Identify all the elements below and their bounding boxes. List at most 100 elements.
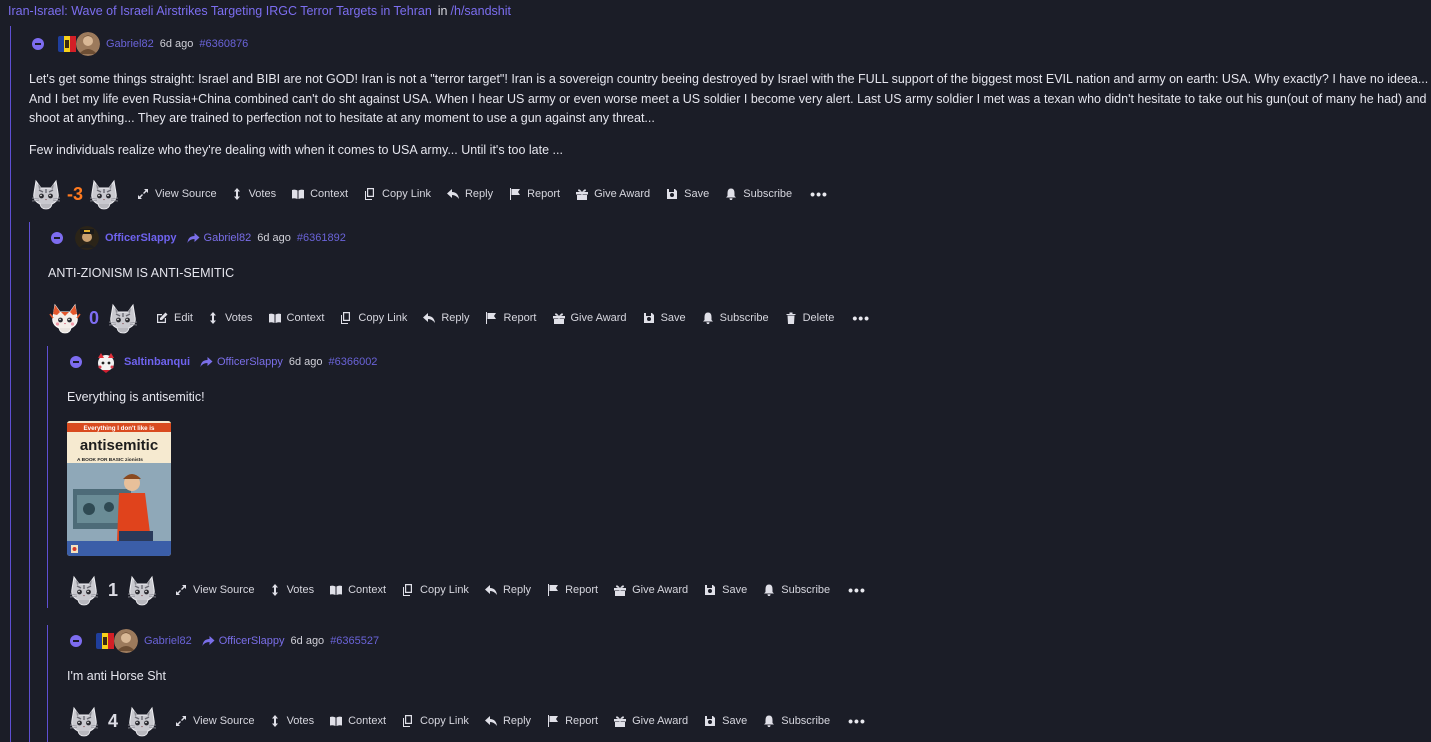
downvote-cat-icon[interactable]	[87, 177, 121, 211]
subscribe-button[interactable]: Subscribe	[725, 188, 792, 200]
book-icon	[330, 584, 342, 596]
reply-button[interactable]: Reply	[485, 715, 531, 727]
downvote-cat-icon[interactable]	[125, 573, 159, 607]
reply-to[interactable]: OfficerSlappy	[200, 356, 283, 368]
bell-icon	[702, 312, 714, 324]
reply-button[interactable]: Reply	[485, 584, 531, 596]
hole-link[interactable]: /h/sandshit	[451, 4, 511, 18]
more-options-icon[interactable]: •••	[848, 713, 866, 729]
comment-paragraph: I'm anti Horse Sht	[67, 669, 166, 683]
view-source-button[interactable]: View Source	[175, 715, 255, 727]
comment-actions: 4 View Source Votes Context Copy Link Re…	[67, 704, 866, 738]
subscribe-button[interactable]: Subscribe	[702, 312, 769, 324]
give-award-button[interactable]: Give Award	[614, 584, 688, 596]
votes-arrows-icon	[269, 584, 281, 596]
username-link[interactable]: Saltinbanqui	[124, 356, 190, 368]
save-button[interactable]: Save	[643, 312, 686, 324]
expand-icon	[175, 584, 187, 596]
bell-icon	[763, 715, 775, 727]
flag-badge-icon	[58, 36, 76, 52]
comment-header: OfficerSlappy Gabriel82 6d ago #6361892	[51, 226, 346, 250]
context-button[interactable]: Context	[269, 312, 324, 324]
avatar[interactable]	[75, 226, 99, 250]
comment-actions: 0 Edit Votes Context Copy Link Reply Rep…	[48, 301, 870, 335]
reply-to[interactable]: OfficerSlappy	[202, 635, 285, 647]
report-button[interactable]: Report	[547, 584, 598, 596]
downvote-cat-icon[interactable]	[106, 301, 140, 335]
report-button[interactable]: Report	[485, 312, 537, 324]
give-award-button[interactable]: Give Award	[614, 715, 688, 727]
report-button[interactable]: Report	[547, 715, 598, 727]
username-link[interactable]: Gabriel82	[106, 38, 154, 50]
comment-body: Let's get some things straight: Israel a…	[29, 70, 1429, 172]
more-options-icon[interactable]: •••	[852, 310, 870, 326]
copy-link-button[interactable]: Copy Link	[340, 312, 407, 324]
comment-score: 1	[107, 579, 118, 600]
username-link[interactable]: OfficerSlappy	[105, 232, 177, 244]
thread-line-level-3-a[interactable]	[47, 346, 48, 608]
comment-body: ANTI-ZIONISM IS ANTI-SEMITIC	[48, 264, 234, 296]
votes-button[interactable]: Votes	[231, 188, 276, 200]
thread-line-level-3-b[interactable]	[47, 625, 48, 742]
give-award-button[interactable]: Give Award	[553, 312, 627, 324]
thread-line-level-2[interactable]	[29, 222, 30, 742]
collapse-icon[interactable]	[51, 232, 63, 244]
comment-id-link[interactable]: #6366002	[328, 356, 377, 368]
reply-icon	[485, 584, 497, 596]
subscribe-button[interactable]: Subscribe	[763, 715, 830, 727]
save-button[interactable]: Save	[666, 188, 709, 200]
view-source-button[interactable]: View Source	[175, 584, 255, 596]
copy-link-button[interactable]: Copy Link	[402, 584, 469, 596]
save-icon	[666, 188, 678, 200]
comment-body: Everything is antisemitic!	[67, 388, 205, 420]
comment-score: -3	[67, 183, 84, 204]
votes-arrows-icon	[207, 312, 219, 324]
share-arrow-icon	[200, 356, 213, 368]
comment-paragraph: Let's get some things straight: Israel a…	[29, 72, 1429, 125]
give-award-button[interactable]: Give Award	[576, 188, 650, 200]
votes-button[interactable]: Votes	[269, 584, 314, 596]
collapse-icon[interactable]	[70, 635, 82, 647]
upvote-cat-icon[interactable]	[67, 704, 101, 738]
comment-id-link[interactable]: #6360876	[199, 38, 248, 50]
save-icon	[704, 584, 716, 596]
comment-id-link[interactable]: #6365527	[330, 635, 379, 647]
context-button[interactable]: Context	[292, 188, 348, 200]
context-button[interactable]: Context	[330, 584, 386, 596]
more-options-icon[interactable]: •••	[810, 186, 828, 202]
copy-link-button[interactable]: Copy Link	[364, 188, 431, 200]
comment-id-link[interactable]: #6361892	[297, 232, 346, 244]
comment-time: 6d ago	[288, 356, 323, 368]
votes-arrows-icon	[269, 715, 281, 727]
copy-link-button[interactable]: Copy Link	[402, 715, 469, 727]
post-title-link[interactable]: Iran-Israel: Wave of Israeli Airstrikes …	[8, 4, 432, 18]
votes-button[interactable]: Votes	[269, 715, 314, 727]
collapse-icon[interactable]	[70, 356, 82, 368]
avatar[interactable]	[76, 32, 100, 56]
edit-button[interactable]: Edit	[156, 312, 193, 324]
upvote-cat-icon[interactable]	[48, 301, 82, 335]
view-source-button[interactable]: View Source	[137, 188, 217, 200]
reply-button[interactable]: Reply	[447, 188, 493, 200]
votes-button[interactable]: Votes	[207, 312, 253, 324]
comment-paragraph: ANTI-ZIONISM IS ANTI-SEMITIC	[48, 266, 235, 280]
subscribe-button[interactable]: Subscribe	[763, 584, 830, 596]
save-button[interactable]: Save	[704, 715, 747, 727]
delete-button[interactable]: Delete	[785, 312, 834, 324]
context-button[interactable]: Context	[330, 715, 386, 727]
collapse-icon[interactable]	[32, 38, 44, 50]
avatar[interactable]	[114, 629, 138, 653]
upvote-cat-icon[interactable]	[29, 177, 63, 211]
upvote-cat-icon[interactable]	[67, 573, 101, 607]
downvote-cat-icon[interactable]	[125, 704, 159, 738]
username-link[interactable]: Gabriel82	[144, 635, 192, 647]
comment-time: 6d ago	[257, 232, 291, 244]
save-button[interactable]: Save	[704, 584, 747, 596]
reply-button[interactable]: Reply	[423, 312, 469, 324]
report-button[interactable]: Report	[509, 188, 560, 200]
comment-image-book-cover[interactable]: Everything I don't like is antisemitic A…	[67, 421, 171, 556]
thread-line-root[interactable]	[10, 26, 11, 742]
reply-to[interactable]: Gabriel82	[187, 232, 251, 244]
avatar[interactable]	[94, 350, 118, 374]
more-options-icon[interactable]: •••	[848, 582, 866, 598]
